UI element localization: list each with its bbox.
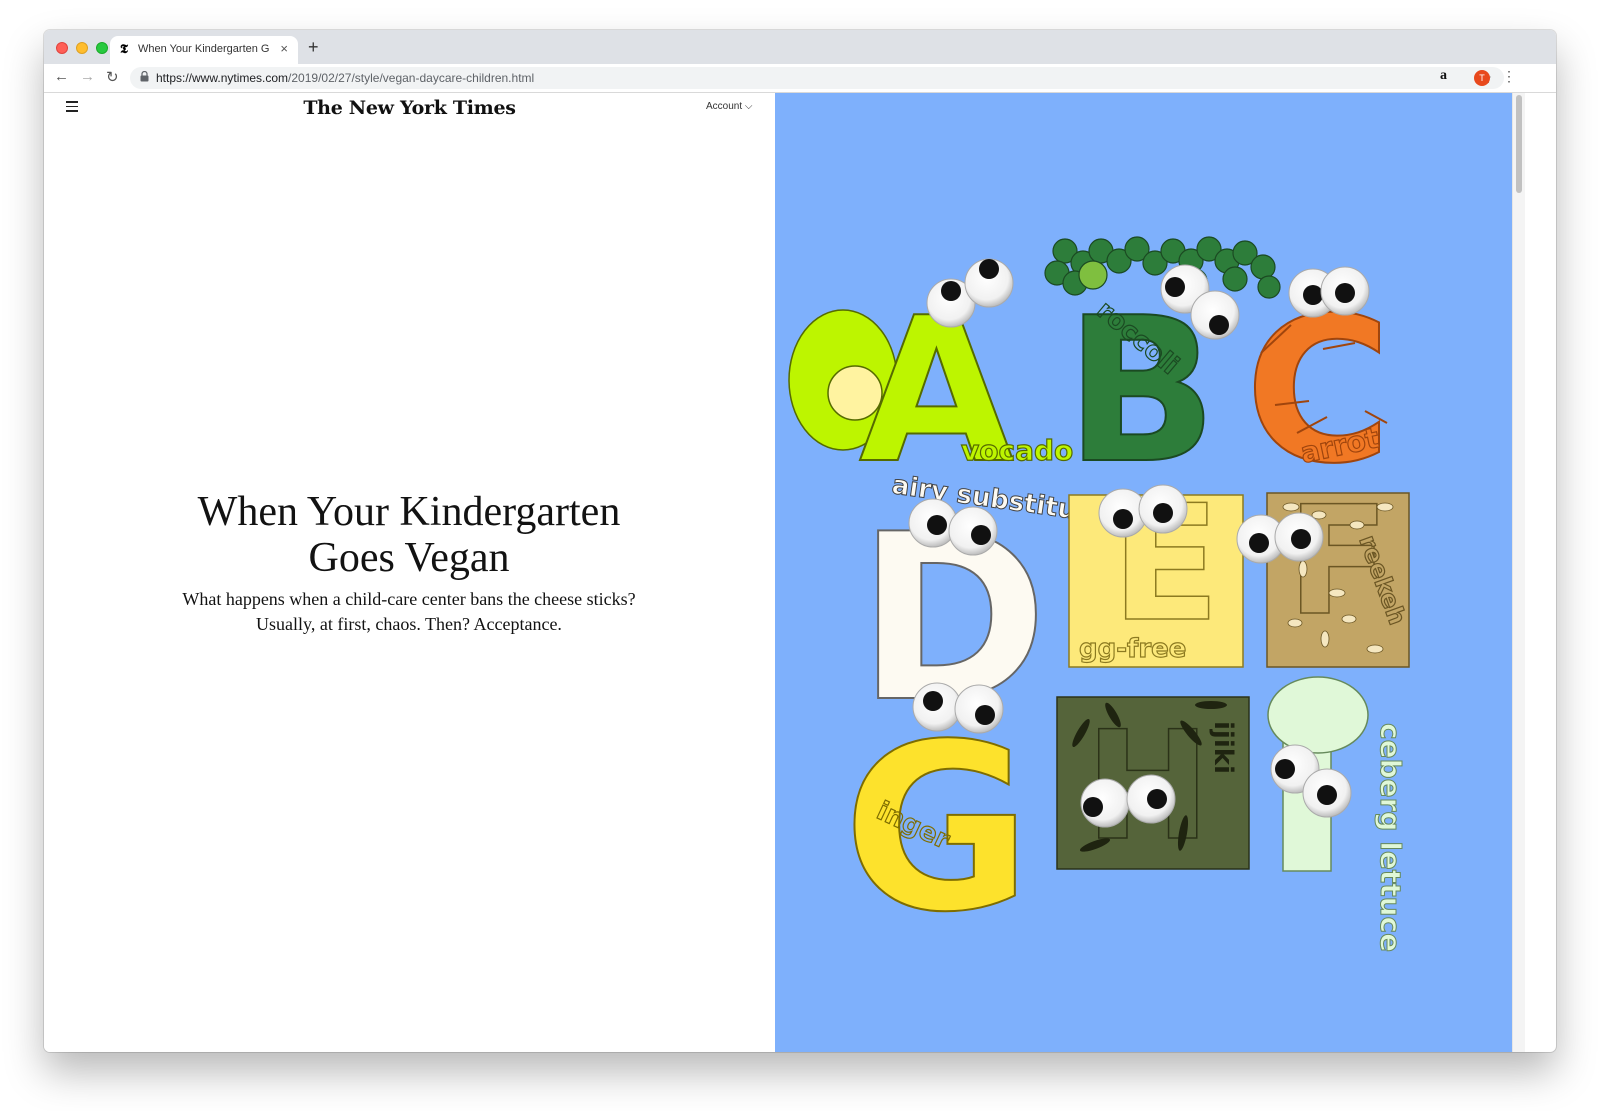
browser-tab[interactable]: 𝕿 When Your Kindergarten Goes × xyxy=(110,36,298,64)
vegetable-alphabet-illustration: A vocado B roccoli C arrot D airy substi… xyxy=(775,93,1512,1052)
letter-f: F reekeh xyxy=(1266,474,1412,668)
word-iceberg-lettuce: ceberg lettuce xyxy=(1374,723,1407,952)
article-summary: What happens when a child-care center ba… xyxy=(182,589,636,634)
word-vocado: vocado xyxy=(961,434,1073,467)
page-scrollbar[interactable] xyxy=(1512,93,1525,1052)
back-arrow-icon[interactable]: ← xyxy=(54,68,69,85)
address-bar[interactable]: https://www.nytimes.com/2019/02/27/style… xyxy=(130,67,1504,89)
reload-icon[interactable]: ↻ xyxy=(106,68,119,86)
minimize-window-button[interactable] xyxy=(76,42,88,54)
url-domain: https://www.nytimes.com xyxy=(156,71,289,85)
account-dropdown[interactable]: Account ⌵ xyxy=(706,101,753,112)
lock-icon xyxy=(140,70,149,85)
nyt-masthead-logo[interactable]: The New York Times xyxy=(44,97,775,119)
close-window-button[interactable] xyxy=(56,42,68,54)
scrollbar-thumb[interactable] xyxy=(1516,95,1522,193)
article-headline: When Your Kindergarten Goes Vegan xyxy=(197,489,621,581)
profile-avatar[interactable]: T xyxy=(1474,70,1490,86)
amazon-extension-icon[interactable]: a xyxy=(1440,68,1447,84)
tab-strip: 𝕿 When Your Kindergarten Goes × + xyxy=(44,30,1556,64)
new-tab-button[interactable]: + xyxy=(308,37,319,58)
zoom-window-button[interactable] xyxy=(96,42,108,54)
forward-arrow-icon[interactable]: → xyxy=(80,68,95,85)
letter-g: G inger xyxy=(842,695,1033,964)
nyt-favicon-icon: 𝕿 xyxy=(120,42,128,57)
browser-menu-icon[interactable]: ⋮ xyxy=(1502,68,1516,85)
article-header-pane: The New York Times Account ⌵ When Your K… xyxy=(44,93,775,1052)
browser-toolbar: ← → ↻ https://www.nytimes.com/2019/02/27… xyxy=(44,64,1556,93)
url-text: https://www.nytimes.com/2019/02/27/style… xyxy=(156,71,534,85)
close-tab-icon[interactable]: × xyxy=(280,41,288,56)
browser-window: 𝕿 When Your Kindergarten Goes × + ← → ↻ … xyxy=(44,30,1556,1052)
url-path: /2019/02/27/style/vegan-daycare-children… xyxy=(288,71,535,85)
word-egg-free: gg-free xyxy=(1079,634,1186,664)
tab-title: When Your Kindergarten Goes xyxy=(138,43,270,55)
word-hijiki: ijiki xyxy=(1208,721,1238,774)
page-content: The New York Times Account ⌵ When Your K… xyxy=(44,93,1556,1052)
